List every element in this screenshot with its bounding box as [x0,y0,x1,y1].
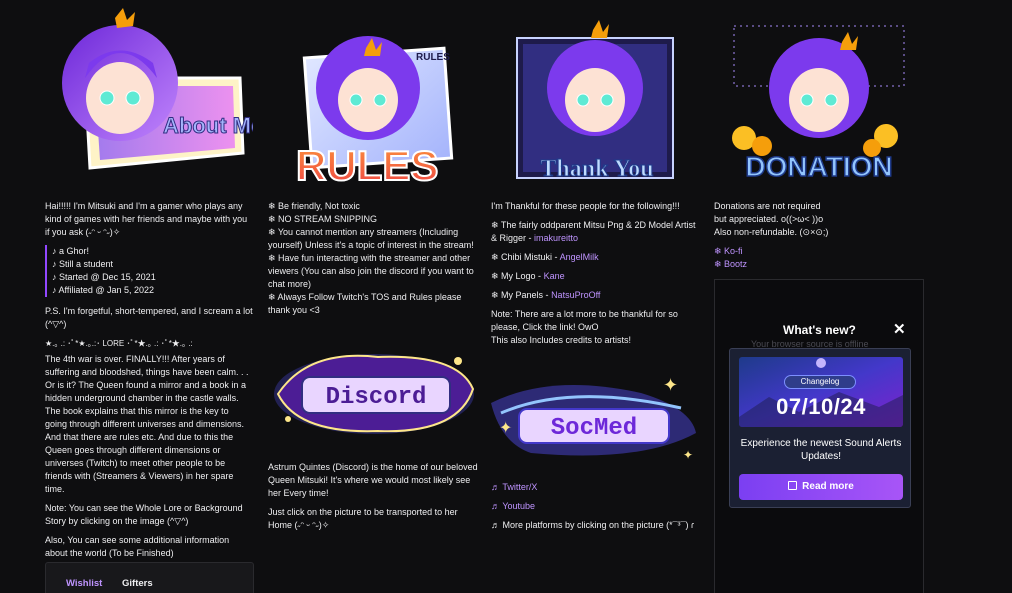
donation-banner-text: DONATION [745,151,892,182]
discord-cta: Just click on the picture to be transpor… [268,507,458,530]
svg-text:✦: ✦ [663,375,678,395]
donation-line-2: but appreciated. o((>ω< ))o [714,214,824,224]
wishlist-tabs: Wishlist Gifters [45,562,254,593]
close-icon[interactable]: ✕ [893,322,906,337]
changelog-date: 07/10/24 [776,394,866,419]
rule-item: ❄ Have fun interacting with the streamer… [268,253,474,289]
discord-artwork: Discord [274,354,475,434]
credit-label: ❄ The fairly oddparent Mitsu Png & 2D Mo… [491,220,696,243]
thanks-note-2: This also Includes credits to artists! [491,335,632,345]
credit-label: ❄ My Panels - [491,290,552,300]
rules-small-text: RULES [416,52,450,63]
donation-line-1: Donations are not required [714,201,821,211]
lore-text: The 4th war is over. FINALLY!!! After ye… [45,354,249,494]
svg-text:✦: ✦ [499,420,512,437]
thank-you-artwork: Thank You [516,20,674,183]
rules-banner-text: RULES [296,142,438,188]
read-more-label: Read more [802,481,854,492]
fact-item: ♪ Affiliated @ Jan 5, 2022 [52,285,155,295]
donation-line-3: Also non-refundable. (⊙×⊙;) [714,227,829,237]
discord-banner-text: Discord [326,384,427,411]
socmed-artwork: SocMed ✦ ✦ ✦ [491,375,696,462]
credit-link-imakureitto[interactable]: imakureitto [534,233,578,243]
panel-column-rules: RULES RULES ❄ Be friendly, Not toxic ❄ N… [268,0,480,538]
about-me-banner-text: About Me [163,113,253,138]
about-facts: ♪ a Ghor! ♪ Still a student ♪ Started @ … [45,245,253,297]
twitter-link[interactable]: ♬ Twitter/X [491,482,537,492]
svg-text:✦: ✦ [683,448,693,462]
tab-wishlist[interactable]: Wishlist [66,577,102,590]
changelog-description: Experience the newest Sound Alerts Updat… [740,438,902,462]
bootz-link[interactable]: ❄ Bootz [714,259,747,269]
donation-artwork: DONATION [732,25,905,183]
changelog-banner: Changelog 07/10/24 [739,357,903,427]
youtube-link[interactable]: ♬ Youtube [491,501,535,511]
external-link-icon [788,481,798,490]
credit-label: ❄ My Logo - [491,271,544,281]
about-intro: Hai!!!!! I'm Mitsuki and I'm a gamer who… [45,201,248,237]
credit-item: ❄ My Panels - NatsuProOff [491,289,703,302]
whats-new-title: What's new? [783,323,856,337]
more-platforms: ♬ More platforms by clicking on the pict… [491,520,695,530]
tab-gifters[interactable]: Gifters [122,577,153,590]
credit-label: ❄ Chibi Mistuki - [491,252,560,262]
rule-item: ❄ Always Follow Twitch's TOS and Rules p… [268,292,462,315]
rules-banner[interactable]: RULES RULES [268,8,480,188]
credit-link-natsuprooff[interactable]: NatsuProOff [551,290,600,300]
donation-banner[interactable]: DONATION [714,8,924,188]
lore-header: ★.｡ .: ･ﾟ*★.｡.:･ LORE ･ﾟ*★.｡ .: ･ﾟ*★.｡ .… [45,339,193,348]
rules-artwork: RULES RULES [295,36,454,188]
thanks-note: Note: There are a lot more to be thankfu… [491,309,678,332]
lore-note: Note: You can see the Whole Lore or Back… [45,503,243,526]
rule-item: ❄ NO STREAM SNIPPING [268,214,378,224]
panel-column-donation: DONATION Donations are not required but … [714,0,924,271]
sound-alerts-widget: Your browser source is offline What's ne… [714,279,924,593]
discord-text: Astrum Quintes (Discord) is the home of … [268,462,478,498]
credit-link-kane[interactable]: Kane [544,271,565,281]
changelog-tag: Changelog [784,375,856,389]
about-ps: P.S. I'm forgetful, short-tempered, and … [45,306,253,329]
rule-item: ❄ You cannot mention any streamers (Incl… [268,227,474,250]
kofi-link[interactable]: ❄ Ko-fi [714,246,743,256]
read-more-button[interactable]: Read more [739,474,903,500]
thanks-intro: I'm Thankful for these people for the fo… [491,201,680,211]
fact-item: ♪ Started @ Dec 15, 2021 [52,272,156,282]
thank-you-banner[interactable]: Thank You [491,8,703,188]
socmed-banner[interactable]: SocMed ✦ ✦ ✦ [491,363,703,473]
socmed-banner-text: SocMed [551,415,637,442]
credit-item: ❄ Chibi Mistuki - AngelMilk [491,251,703,264]
credit-item: ❄ The fairly oddparent Mitsu Png & 2D Mo… [491,219,703,245]
panel-column-thanks: Thank You I'm Thankful for these people … [491,0,703,538]
lore-also: Also, You can see some additional inform… [45,535,230,558]
thank-you-banner-text: Thank You [540,156,653,182]
rule-item: ❄ Be friendly, Not toxic [268,201,360,211]
discord-banner[interactable]: Discord [268,339,480,449]
credit-item: ❄ My Logo - Kane [491,270,703,283]
fact-item: ♪ Still a student [52,259,114,269]
fact-item: ♪ a Ghor! [52,246,90,256]
about-me-banner[interactable]: About Me [45,8,253,188]
whats-new-popup: Changelog 07/10/24 Experience the newest… [729,348,911,508]
panel-column-about: About Me Hai!!!!! I'm Mitsuki and I'm a … [45,0,253,566]
about-me-artwork: About Me [62,8,253,170]
credit-link-angelmilk[interactable]: AngelMilk [560,252,599,262]
